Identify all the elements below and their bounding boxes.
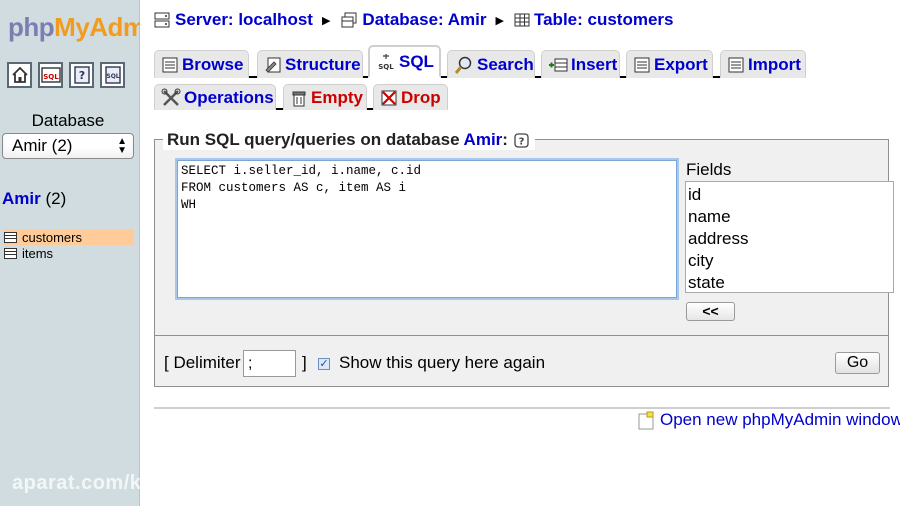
breadcrumb-server-label: Server: localhost — [175, 10, 313, 29]
new-window-icon — [638, 411, 654, 430]
svg-text:SQL: SQL — [378, 63, 394, 71]
export-icon — [634, 57, 650, 72]
search-icon — [454, 56, 472, 74]
tab-import[interactable]: Import — [720, 50, 806, 78]
tab-label: Empty — [311, 87, 363, 107]
divider — [154, 407, 890, 409]
table-icon — [4, 247, 17, 259]
server-icon — [154, 12, 170, 28]
fields-listbox[interactable]: id name address city state — [685, 181, 894, 293]
breadcrumb-database[interactable]: Database: Amir — [340, 10, 487, 30]
tab-operations[interactable]: Operations — [154, 84, 276, 110]
main-frame: Server: localhost ▶ Database: Amir ▶ Tab… — [141, 0, 900, 506]
nav-icon-bar: SQL ? SQL — [7, 62, 125, 88]
svg-text:SQL: SQL — [106, 73, 119, 80]
breadcrumb-database-label: Database: Amir — [362, 10, 487, 29]
tab-label: Structure — [285, 54, 361, 74]
table-item-label: items — [22, 245, 54, 261]
breadcrumb-arrow-icon: ▶ — [495, 14, 504, 27]
field-option[interactable]: state — [688, 272, 891, 292]
svg-text:?: ? — [519, 136, 525, 147]
open-new-window-label: Open new phpMyAdmin window — [660, 410, 900, 429]
logo-text-php: php — [8, 12, 55, 42]
table-list: customers items — [3, 229, 134, 261]
tab-label: Export — [654, 54, 708, 74]
delimiter-label-close: ] — [302, 353, 307, 372]
table-icon — [4, 231, 17, 243]
show-query-again-checkbox[interactable]: ✓ — [318, 358, 330, 370]
legend-database-name: Amir — [463, 130, 503, 149]
insert-icon — [549, 58, 568, 71]
query-legend: Run SQL query/queries on database Amir: ? — [163, 130, 535, 150]
drop-icon — [381, 90, 397, 105]
tab-export[interactable]: Export — [626, 50, 713, 78]
structure-icon — [265, 57, 281, 73]
sql-query-fieldset: Run SQL query/queries on database Amir: ?… — [154, 130, 894, 335]
tab-label: Import — [748, 54, 801, 74]
tab-label: Search — [477, 54, 534, 74]
breadcrumb-arrow-icon: ▶ — [321, 14, 331, 27]
tabs-row-primary: Browse Structure SQL SQL Search Insert E… — [154, 45, 806, 78]
field-option[interactable]: name — [688, 206, 891, 228]
legend-prefix: Run SQL query/queries on database — [167, 130, 460, 149]
empty-icon — [292, 91, 306, 106]
home-icon[interactable] — [7, 62, 32, 88]
delimiter-input[interactable]: ; — [243, 350, 296, 377]
table-icon — [514, 13, 530, 27]
tab-label: Insert — [571, 54, 618, 74]
tab-sql[interactable]: SQL SQL — [368, 45, 441, 78]
tab-search[interactable]: Search — [447, 50, 535, 78]
current-database-name: Amir — [2, 189, 41, 208]
tab-label: Drop — [401, 87, 441, 107]
svg-text:?: ? — [78, 69, 84, 82]
help-icon[interactable]: ? — [69, 62, 94, 88]
field-option[interactable]: city — [688, 250, 891, 272]
sql-query-textarea[interactable]: SELECT i.seller_id, i.name, c.id FROM cu… — [177, 160, 677, 298]
tab-empty[interactable]: Empty — [283, 84, 367, 110]
table-item-label: customers — [22, 229, 82, 245]
browse-icon — [162, 57, 178, 72]
table-item-customers[interactable]: customers — [3, 229, 134, 245]
import-icon — [728, 57, 744, 72]
tab-label: Browse — [182, 54, 244, 74]
docs-icon[interactable]: SQL — [100, 62, 125, 88]
sql-query-icon[interactable]: SQL — [38, 62, 63, 88]
legend-suffix: : — [502, 130, 508, 149]
tabs-row-secondary: Operations Empty Drop — [154, 82, 448, 110]
current-database-link[interactable]: Amir (2) — [2, 189, 66, 209]
insert-field-button[interactable]: << — [686, 302, 735, 321]
navigation-frame: phpMyAdm SQL ? SQL Database Amir (2) ▲ ▼ … — [0, 0, 231, 506]
field-option[interactable]: id — [688, 184, 891, 206]
tab-structure[interactable]: Structure — [257, 50, 363, 78]
database-icon — [341, 12, 357, 28]
operations-icon — [161, 88, 181, 106]
database-label: Database — [31, 111, 105, 130]
tab-browse[interactable]: Browse — [154, 50, 249, 78]
breadcrumb-server[interactable]: Server: localhost — [153, 10, 313, 30]
database-select-value: Amir (2) — [12, 136, 73, 155]
query-options-bar: [ Delimiter ; ] ✓ Show this query here a… — [154, 335, 889, 387]
select-arrows-icon: ▲ ▼ — [117, 136, 127, 156]
breadcrumb-table[interactable]: Table: customers — [514, 10, 674, 30]
sql-icon: SQL — [378, 53, 394, 71]
svg-text:SQL: SQL — [43, 73, 59, 81]
tab-insert[interactable]: Insert — [541, 50, 620, 78]
tab-label: Operations — [184, 87, 274, 107]
database-select[interactable]: Amir (2) ▲ ▼ — [2, 133, 134, 159]
current-database-count: (2) — [45, 189, 67, 208]
phpmyadmin-logo[interactable]: phpMyAdm — [8, 12, 140, 43]
logo-text-myadmin: MyAdm — [54, 12, 140, 42]
delimiter-label-open: [ Delimiter — [164, 353, 241, 372]
tab-drop[interactable]: Drop — [373, 84, 448, 110]
table-item-items[interactable]: items — [3, 245, 134, 261]
field-option[interactable]: address — [688, 228, 891, 250]
show-query-again-label[interactable]: Show this query here again — [339, 353, 545, 373]
help-icon[interactable]: ? — [514, 132, 529, 148]
go-button[interactable]: Go — [835, 352, 880, 374]
breadcrumb: Server: localhost ▶ Database: Amir ▶ Tab… — [153, 10, 674, 30]
fields-label: Fields — [686, 160, 732, 179]
breadcrumb-table-label: Table: customers — [533, 10, 674, 29]
open-new-window-link[interactable]: Open new phpMyAdmin window — [637, 410, 900, 430]
tab-label: SQL — [399, 51, 434, 71]
